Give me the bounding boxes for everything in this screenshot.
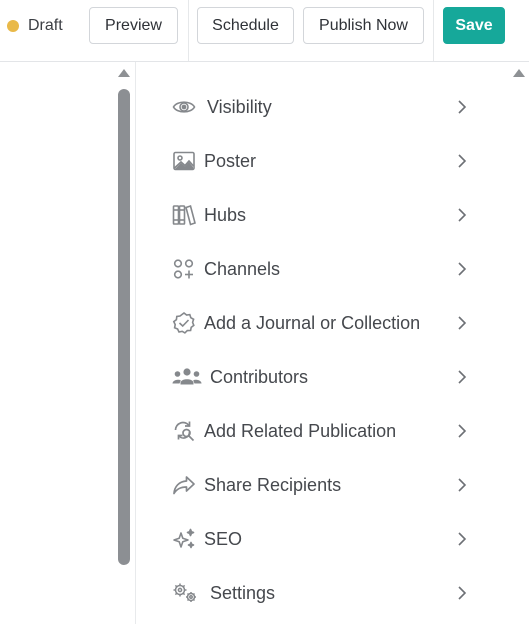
chevron-right-icon — [455, 476, 469, 494]
books-icon — [172, 204, 196, 226]
menu-item-add-journal-or-collection[interactable]: Add a Journal or Collection — [137, 296, 509, 350]
status-label: Draft — [28, 17, 63, 34]
chevron-right-icon — [455, 206, 469, 224]
menu-item-seo[interactable]: SEO — [137, 512, 509, 566]
eye-icon — [172, 96, 196, 118]
preview-button[interactable]: Preview — [89, 7, 178, 44]
top-toolbar: Draft Preview Schedule Publish Now Save — [0, 0, 529, 62]
menu-item-poster[interactable]: Poster — [137, 134, 509, 188]
menu-item-add-related-publication[interactable]: Add Related Publication — [137, 404, 509, 458]
status-dot — [7, 20, 19, 32]
menu-item-label: Hubs — [204, 205, 247, 225]
status-indicator: Draft — [7, 16, 63, 36]
related-icon — [172, 420, 196, 442]
image-icon — [172, 150, 196, 172]
menu-item-label: Settings — [210, 583, 276, 603]
gears-icon — [172, 582, 202, 604]
settings-menu: Visibility Poster Hubs Channels Add a Jo… — [137, 62, 509, 624]
save-button[interactable]: Save — [443, 7, 505, 44]
menu-item-share-recipients[interactable]: Share Recipients — [137, 458, 509, 512]
chevron-right-icon — [455, 368, 469, 386]
menu-item-channels[interactable]: Channels — [137, 242, 509, 296]
menu-item-label: Add Related Publication — [204, 421, 397, 441]
chevron-right-icon — [455, 98, 469, 116]
chevron-right-icon — [455, 584, 469, 602]
chevron-right-icon — [455, 260, 469, 278]
left-scrollbar-thumb[interactable] — [118, 89, 130, 565]
chevron-right-icon — [455, 314, 469, 332]
publish-now-button[interactable]: Publish Now — [303, 7, 424, 44]
menu-item-label: Poster — [204, 151, 257, 171]
left-scroll-up-arrow[interactable] — [118, 69, 130, 77]
left-panel — [0, 62, 136, 624]
chevron-right-icon — [455, 530, 469, 548]
chevron-right-icon — [455, 152, 469, 170]
menu-item-label: Channels — [204, 259, 281, 279]
menu-item-hubs[interactable]: Hubs — [137, 188, 509, 242]
toolbar-divider — [433, 0, 434, 61]
chevron-right-icon — [455, 422, 469, 440]
users-icon — [172, 366, 202, 388]
sparkles-icon — [172, 528, 196, 550]
menu-item-contributors[interactable]: Contributors — [137, 350, 509, 404]
right-scroll-up-arrow[interactable] — [513, 69, 525, 77]
share-icon — [172, 474, 196, 496]
menu-item-settings[interactable]: Settings — [137, 566, 509, 620]
menu-item-label: Contributors — [210, 367, 309, 387]
channels-icon — [172, 258, 196, 280]
menu-item-label: Visibility — [207, 97, 272, 117]
menu-item-label: SEO — [204, 529, 243, 549]
menu-item-label: Add a Journal or Collection — [204, 313, 421, 333]
menu-item-label: Share Recipients — [204, 475, 342, 495]
menu-item-visibility[interactable]: Visibility — [137, 80, 509, 134]
badge-check-icon — [172, 312, 196, 334]
toolbar-divider — [188, 0, 189, 61]
schedule-button[interactable]: Schedule — [197, 7, 294, 44]
